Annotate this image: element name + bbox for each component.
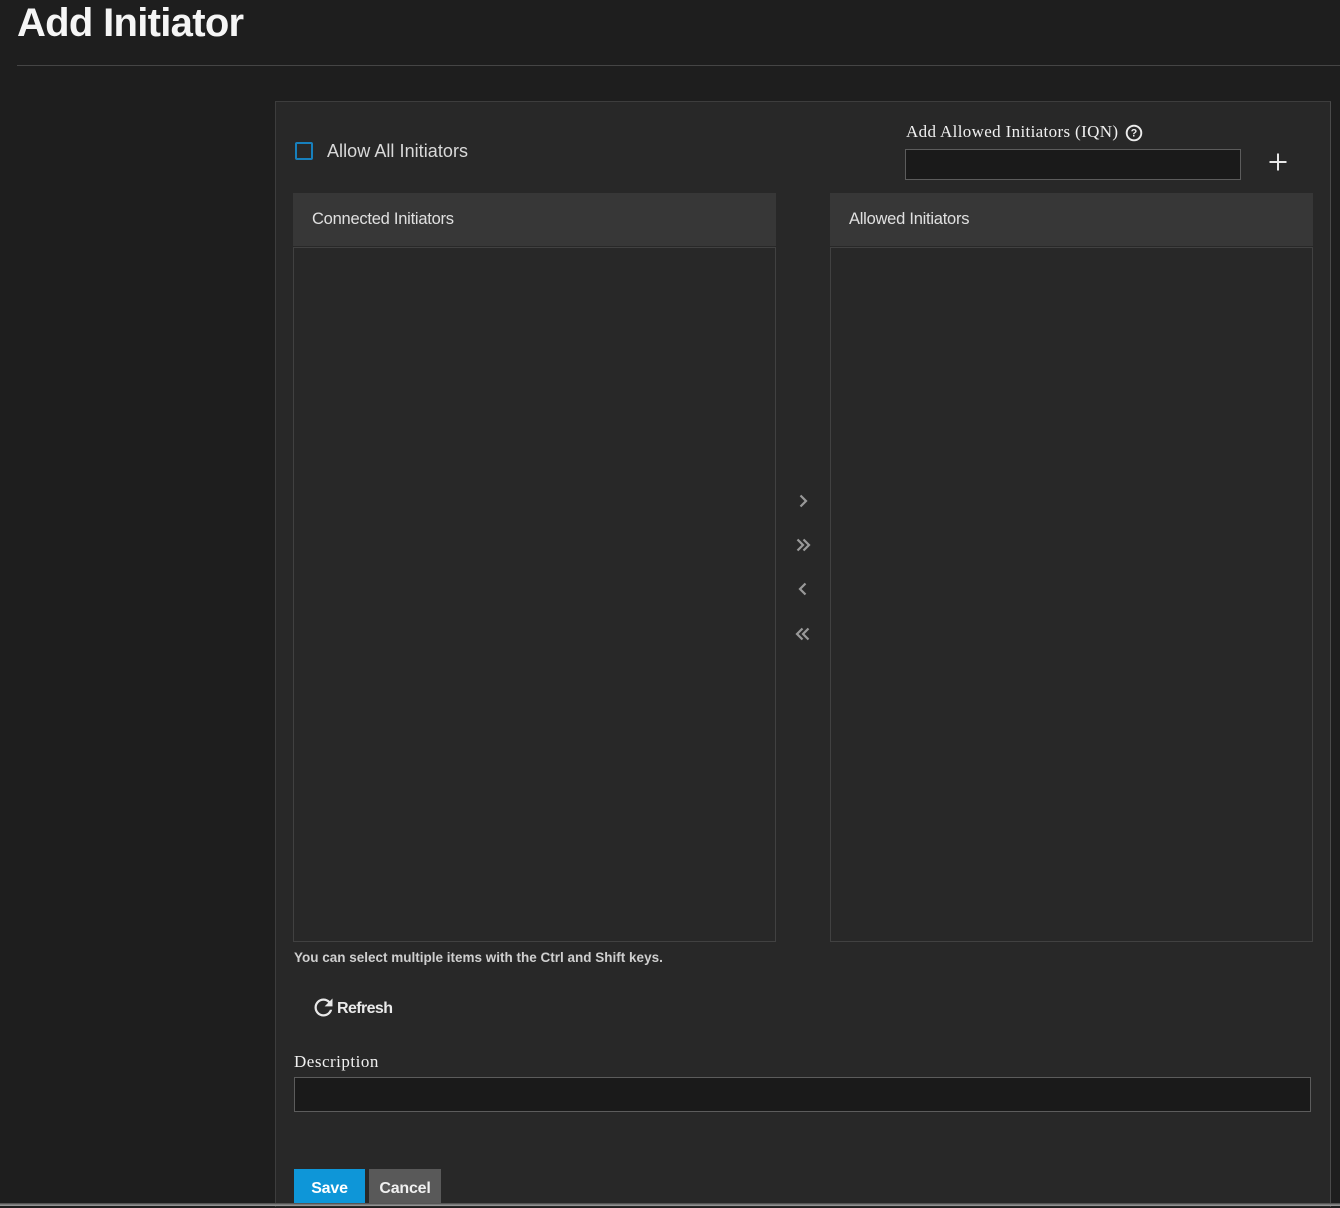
svg-text:?: ? bbox=[1130, 128, 1136, 140]
